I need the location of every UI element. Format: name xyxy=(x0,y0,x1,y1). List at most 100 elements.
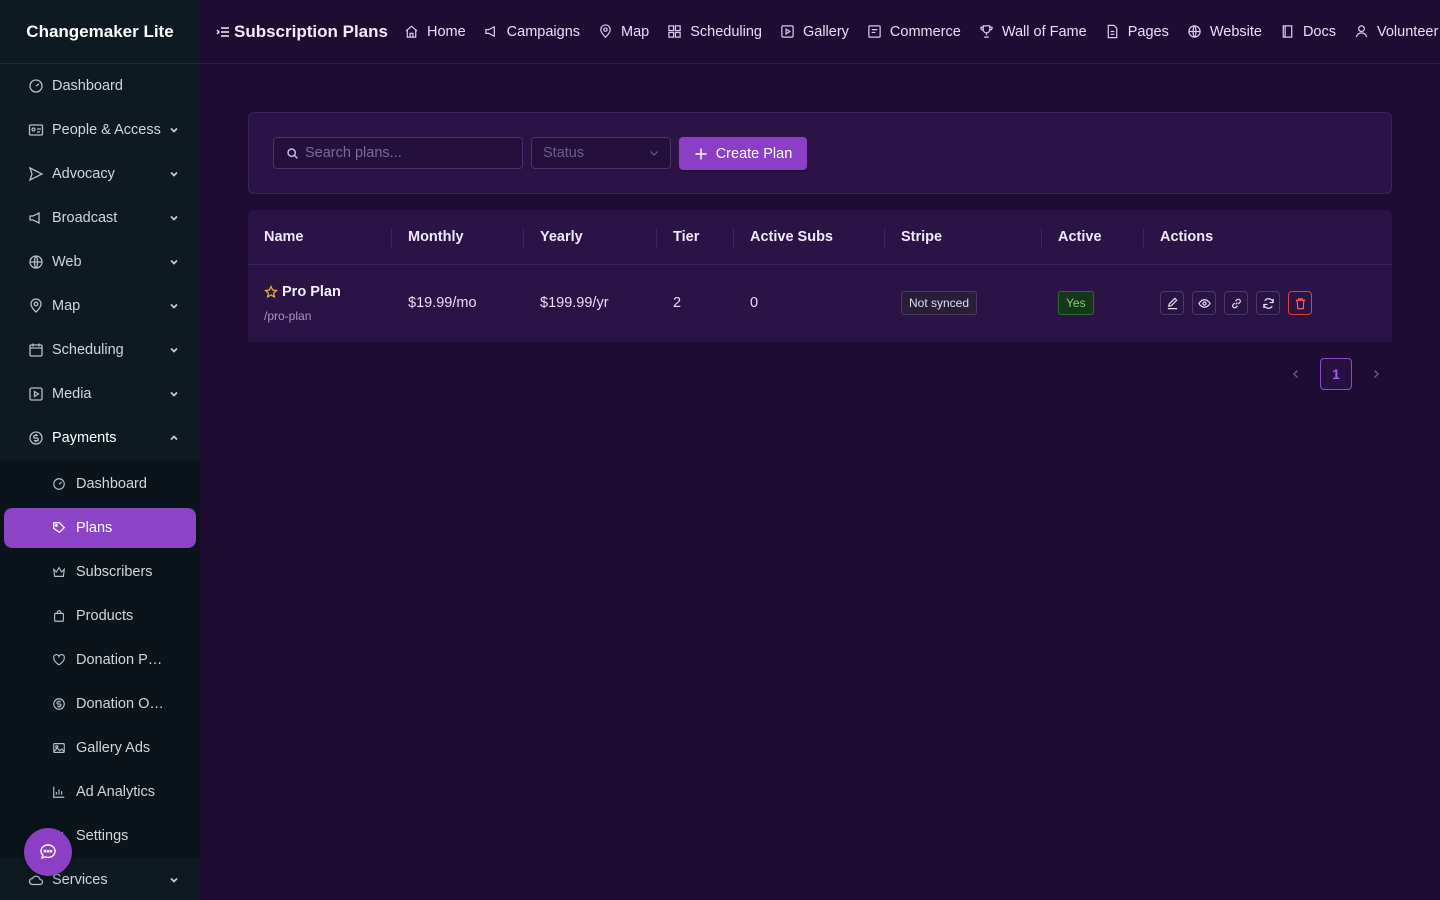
sidebar-subitem-label: Settings xyxy=(76,828,129,844)
link-icon xyxy=(1231,298,1241,308)
topnav-label: Campaigns xyxy=(506,23,581,40)
calendar-icon xyxy=(29,343,43,357)
chevron-down-icon xyxy=(170,877,178,883)
sidebar-subitem-label: Plans xyxy=(76,520,113,536)
sidebar-item-label: Map xyxy=(52,298,81,314)
book-icon xyxy=(1282,25,1293,38)
topnav-label: Map xyxy=(621,23,650,40)
sidebar-item-label: Dashboard xyxy=(52,78,123,94)
sidebar-subitem-donation-orders[interactable]: Donation O… xyxy=(0,682,200,726)
sidebar-item-web[interactable]: Web xyxy=(0,240,200,284)
sidebar-item-label: Media xyxy=(52,386,92,402)
sidebar-item-broadcast[interactable]: Broadcast xyxy=(0,196,200,240)
prev-page-button[interactable] xyxy=(1280,358,1312,390)
column-header-yearly[interactable]: Yearly xyxy=(524,210,657,265)
image-icon xyxy=(53,743,65,753)
topnav-label: Docs xyxy=(1302,23,1336,40)
dollar-circle-icon xyxy=(29,431,43,445)
topnav-map[interactable]: Map xyxy=(598,24,649,40)
search-input-wrapper[interactable] xyxy=(273,137,523,169)
topnav-website[interactable]: Website xyxy=(1187,24,1262,40)
home-icon xyxy=(405,25,418,38)
topnav-label: Home xyxy=(426,23,466,40)
cell-name: Pro Plan /pro-plan xyxy=(248,284,392,323)
sidebar-subitem-label: Donation P… xyxy=(76,652,163,668)
gauge-icon xyxy=(29,79,43,93)
column-header-active-subs[interactable]: Active Subs xyxy=(734,210,885,265)
stripe-status-badge: Not synced xyxy=(901,291,978,315)
play-square-icon xyxy=(29,387,43,401)
plan-name[interactable]: Pro Plan xyxy=(264,284,392,300)
bar-chart-icon xyxy=(53,786,65,798)
page-number-current[interactable]: 1 xyxy=(1320,358,1352,390)
status-select[interactable]: Status xyxy=(531,137,671,169)
sidebar-item-payments[interactable]: Payments xyxy=(0,416,200,460)
sidebar-subitem-dashboard[interactable]: Dashboard xyxy=(0,462,200,506)
column-header-stripe[interactable]: Stripe xyxy=(885,210,1042,265)
top-navbar: Subscription Plans Home Campaigns Map Sc… xyxy=(200,0,1440,64)
sidebar-subitem-gallery-ads[interactable]: Gallery Ads xyxy=(0,726,200,770)
next-page-button[interactable] xyxy=(1360,358,1392,390)
chat-bubble-icon xyxy=(40,844,56,860)
sidebar-item-people-access[interactable]: People & Access xyxy=(0,108,200,152)
sidebar-subitem-donation-pages[interactable]: Donation P… xyxy=(0,638,200,682)
topnav-campaigns[interactable]: Campaigns xyxy=(484,24,580,40)
view-button[interactable] xyxy=(1192,291,1216,315)
sidebar-subitem-plans[interactable]: Plans xyxy=(4,508,196,548)
topnav-scheduling[interactable]: Scheduling xyxy=(667,24,762,40)
sidebar-item-map[interactable]: Map xyxy=(0,284,200,328)
sidebar-item-advocacy[interactable]: Advocacy xyxy=(0,152,200,196)
column-header-name[interactable]: Name xyxy=(248,210,392,265)
topnav-gallery[interactable]: Gallery xyxy=(780,24,849,40)
topnav-label: Gallery xyxy=(802,23,849,40)
sidebar-item-dashboard[interactable]: Dashboard xyxy=(0,64,200,108)
sidebar-item-scheduling[interactable]: Scheduling xyxy=(0,328,200,372)
status-select-placeholder: Status xyxy=(543,145,585,161)
edit-button[interactable] xyxy=(1160,291,1184,315)
id-card-icon xyxy=(28,124,44,136)
copy-link-button[interactable] xyxy=(1224,291,1248,315)
heart-icon xyxy=(53,653,65,666)
sidebar-subitem-subscribers[interactable]: Subscribers xyxy=(0,550,200,594)
create-plan-button[interactable]: Create Plan xyxy=(679,137,807,170)
sidebar-subitem-products[interactable]: Products xyxy=(0,594,200,638)
map-pin-icon xyxy=(30,298,42,313)
sync-icon xyxy=(1262,297,1274,309)
menu-fold-icon[interactable] xyxy=(216,25,230,39)
chevron-left-icon xyxy=(1293,370,1298,378)
column-header-monthly[interactable]: Monthly xyxy=(392,210,524,265)
topnav-home[interactable]: Home xyxy=(404,24,466,40)
cell-active: Yes xyxy=(1042,291,1144,315)
topnav-docs[interactable]: Docs xyxy=(1280,24,1336,40)
topnav-volunteer[interactable]: Volunteer xyxy=(1354,24,1438,40)
cell-actions xyxy=(1144,291,1392,315)
chevron-down-icon xyxy=(170,303,178,309)
search-input[interactable] xyxy=(305,145,505,161)
sidebar-item-label: Scheduling xyxy=(52,342,124,358)
topnav-wall-of-fame[interactable]: Wall of Fame xyxy=(979,24,1087,40)
chat-button[interactable] xyxy=(24,828,72,876)
column-header-tier[interactable]: Tier xyxy=(657,210,734,265)
chevron-down-icon xyxy=(170,171,178,177)
sidebar-item-media[interactable]: Media xyxy=(0,372,200,416)
column-header-active[interactable]: Active xyxy=(1042,210,1144,265)
plan-slug: /pro-plan xyxy=(264,308,312,323)
page-title: Subscription Plans xyxy=(216,22,388,42)
sidebar-subitem-label: Donation O… xyxy=(76,696,164,712)
app-brand[interactable]: Changemaker Lite xyxy=(0,0,200,64)
sync-button[interactable] xyxy=(1256,291,1280,315)
sidebar-subitem-ad-analytics[interactable]: Ad Analytics xyxy=(0,770,200,814)
topnav-commerce[interactable]: Commerce xyxy=(867,24,961,40)
cell-yearly: $199.99/yr xyxy=(540,295,609,311)
sidebar-item-label: Services xyxy=(52,872,108,888)
megaphone-icon xyxy=(484,25,495,38)
delete-button[interactable] xyxy=(1288,291,1312,315)
create-plan-label: Create Plan xyxy=(715,145,793,162)
sidebar-subitem-label: Products xyxy=(76,608,134,624)
chevron-down-icon xyxy=(170,391,178,397)
chevron-down-icon xyxy=(170,215,178,221)
plan-name-text: Pro Plan xyxy=(282,283,341,300)
trash-icon xyxy=(1295,297,1305,309)
topnav-pages[interactable]: Pages xyxy=(1105,24,1169,40)
sidebar: Changemaker Lite Dashboard People & Acce… xyxy=(0,0,200,900)
